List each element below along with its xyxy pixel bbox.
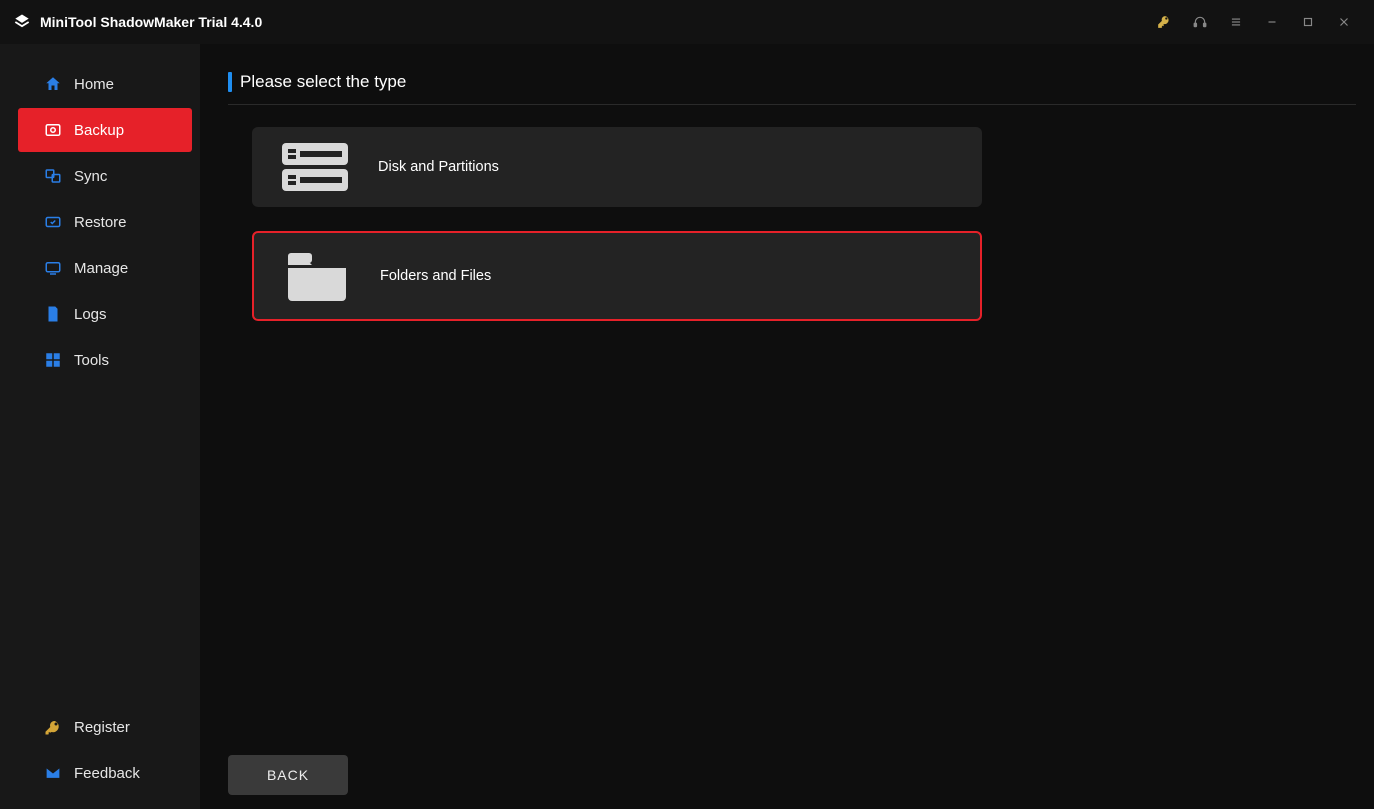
home-icon <box>44 75 62 93</box>
type-card-label: Folders and Files <box>380 268 491 284</box>
sidebar-item-label: Feedback <box>74 765 140 782</box>
type-card-label: Disk and Partitions <box>378 159 499 175</box>
sidebar-item-logs[interactable]: Logs <box>18 292 192 336</box>
support-button[interactable] <box>1182 4 1218 40</box>
minimize-button[interactable] <box>1254 4 1290 40</box>
sidebar-item-label: Home <box>74 76 114 93</box>
sidebar-bottom: Register Feedback <box>0 705 200 809</box>
folder-icon <box>282 249 352 303</box>
sidebar-item-label: Logs <box>74 306 107 323</box>
app-logo-icon <box>12 12 32 32</box>
titlebar-right <box>1146 4 1362 40</box>
type-card-folders-files[interactable]: Folders and Files <box>252 231 982 321</box>
header-accent-bar <box>228 72 232 92</box>
sidebar-item-label: Tools <box>74 352 109 369</box>
sidebar-item-home[interactable]: Home <box>18 62 192 106</box>
logs-icon <box>44 305 62 323</box>
sidebar-item-sync[interactable]: Sync <box>18 154 192 198</box>
sidebar-item-label: Sync <box>74 168 107 185</box>
key-icon <box>44 718 62 736</box>
manage-icon <box>44 259 62 277</box>
titlebar-left: MiniTool ShadowMaker Trial 4.4.0 <box>12 12 262 32</box>
app-title: MiniTool ShadowMaker Trial 4.4.0 <box>40 14 262 30</box>
sidebar-item-feedback[interactable]: Feedback <box>18 751 192 795</box>
sidebar-item-tools[interactable]: Tools <box>18 338 192 382</box>
disk-partitions-icon <box>280 139 350 195</box>
type-card-disk-partitions[interactable]: Disk and Partitions <box>252 127 982 207</box>
sidebar: Home Backup Sync Restore Manage <box>0 44 200 809</box>
sidebar-item-register[interactable]: Register <box>18 705 192 749</box>
restore-icon <box>44 213 62 231</box>
sync-icon <box>44 167 62 185</box>
backup-icon <box>44 121 62 139</box>
sidebar-item-manage[interactable]: Manage <box>18 246 192 290</box>
tools-icon <box>44 351 62 369</box>
close-button[interactable] <box>1326 4 1362 40</box>
type-options: Disk and Partitions Folders and Files <box>252 127 982 321</box>
menu-button[interactable] <box>1218 4 1254 40</box>
back-button[interactable]: BACK <box>228 755 348 795</box>
sidebar-item-label: Backup <box>74 122 124 139</box>
sidebar-item-backup[interactable]: Backup <box>18 108 192 152</box>
mail-icon <box>44 764 62 782</box>
sidebar-item-label: Restore <box>74 214 127 231</box>
footer: BACK <box>228 755 348 795</box>
titlebar: MiniTool ShadowMaker Trial 4.4.0 <box>0 0 1374 44</box>
page-title: Please select the type <box>240 72 406 92</box>
sidebar-item-label: Register <box>74 719 130 736</box>
page-header: Please select the type <box>228 72 1356 105</box>
license-key-button[interactable] <box>1146 4 1182 40</box>
main-content: Please select the type Disk an <box>200 44 1374 809</box>
sidebar-item-restore[interactable]: Restore <box>18 200 192 244</box>
sidebar-item-label: Manage <box>74 260 128 277</box>
maximize-button[interactable] <box>1290 4 1326 40</box>
